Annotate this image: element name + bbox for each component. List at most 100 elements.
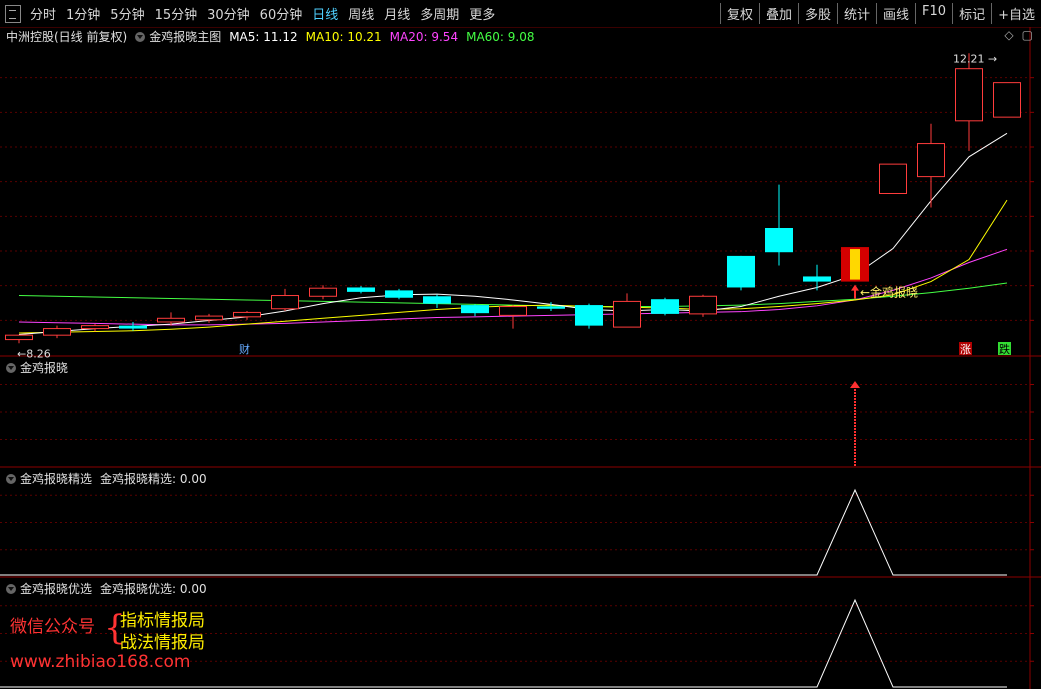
candle-21 <box>803 264 831 291</box>
period-toolbar: 分时 1分钟 5分钟 15分钟 30分钟 60分钟 日线 周线 月线 多周期 更多 复权 叠加 多股 统计… <box>0 0 1041 28</box>
candle-16 <box>613 293 641 328</box>
candle-13 <box>499 305 527 329</box>
wechat-label: 微信公众号 <box>10 617 95 637</box>
zhang-marker: 涨 <box>960 343 971 356</box>
diamond-icon[interactable]: ◇ <box>1004 28 1013 42</box>
candle-26 <box>993 82 1021 118</box>
panel1-title[interactable]: 金鸡报晓 <box>20 359 68 376</box>
jingxuan-line <box>0 488 1007 576</box>
candle-11 <box>423 294 451 309</box>
candle-9 <box>347 285 375 294</box>
candle-body-18 <box>689 295 717 315</box>
candle-body-25 <box>955 68 983 122</box>
panel-toggle-icon[interactable] <box>5 4 21 23</box>
candle-body-5 <box>195 315 223 321</box>
candle-body-8 <box>309 287 337 297</box>
stock-name: 中洲控股(日线 前复权) <box>6 30 128 44</box>
signal-label: ←金鸡报晓 <box>860 285 918 300</box>
toolbar-button-1[interactable]: 叠加 <box>758 3 798 24</box>
candle-body-9 <box>347 287 375 292</box>
candle-body-23 <box>879 163 907 194</box>
ma5-line <box>18 132 1008 335</box>
period-tab-5[interactable]: 60分钟 <box>255 4 308 23</box>
candle-body-12 <box>461 305 489 314</box>
candle-body-15 <box>575 305 603 326</box>
panel2-legend: 金鸡报晓精选 金鸡报晓精选: 0.00 <box>0 470 215 487</box>
period-tab-6[interactable]: 日线 <box>307 4 343 23</box>
candle-12 <box>461 304 489 317</box>
panel2-value: 金鸡报晓精选: 0.00 <box>100 472 207 486</box>
candle-19 <box>727 255 755 291</box>
candle-22 <box>841 247 869 282</box>
candle-0 <box>5 334 33 344</box>
period-tab-4[interactable]: 30分钟 <box>202 4 255 23</box>
candle-body-21 <box>803 276 831 282</box>
panel1-legend: 金鸡报晓 <box>0 359 76 376</box>
period-tab-2[interactable]: 5分钟 <box>105 4 149 23</box>
ma20-label: MA20: 9.54 <box>389 29 459 44</box>
toolbar-button-6[interactable]: 标记 <box>952 3 991 24</box>
panel3-dropdown-icon[interactable] <box>6 583 16 594</box>
candle-3 <box>119 321 147 331</box>
candle-body-20 <box>765 227 793 253</box>
candle-body-11 <box>423 296 451 304</box>
candle-8 <box>309 285 337 300</box>
candle-17 <box>651 297 679 316</box>
candle-body-10 <box>385 290 413 298</box>
period-tab-8[interactable]: 月线 <box>379 4 415 23</box>
indicator-name[interactable]: 金鸡报晓主图 <box>149 28 221 45</box>
corner-controls: ◇ ▢ <box>1004 28 1033 42</box>
candle-body-3 <box>119 325 147 329</box>
period-tab-3[interactable]: 15分钟 <box>150 4 203 23</box>
function-buttons: 复权 叠加 多股 统计 画线 F10 标记 +自选 <box>719 3 1041 24</box>
candle-7 <box>271 288 299 311</box>
candle-body-24 <box>917 143 945 178</box>
ma60-label: MA60: 9.08 <box>466 29 535 44</box>
candle-body-2 <box>81 325 109 330</box>
watermark-line2: 战法情报局 <box>120 633 205 653</box>
candle-18 <box>689 294 717 317</box>
candle-24 <box>917 123 945 208</box>
panel3-legend: 金鸡报晓优选 金鸡报晓优选: 0.00 <box>0 580 215 597</box>
ma5-label: MA5: 11.12 <box>229 29 298 44</box>
period-tabs: 分时 1分钟 5分钟 15分钟 30分钟 60分钟 日线 周线 月线 多周期 更多 <box>5 4 500 23</box>
candle-1 <box>43 325 71 339</box>
window-icon[interactable]: ▢ <box>1022 28 1033 42</box>
period-tab-10[interactable]: 更多 <box>464 4 500 23</box>
candle-body-0 <box>5 334 33 341</box>
toolbar-button-7[interactable]: +自选 <box>991 3 1041 24</box>
candle-25 <box>955 53 983 151</box>
candle-body-13 <box>499 306 527 316</box>
toolbar-button-5[interactable]: F10 <box>915 3 952 24</box>
toolbar-button-4[interactable]: 画线 <box>876 3 915 24</box>
panel3-value: 金鸡报晓优选: 0.00 <box>100 582 207 596</box>
die-marker: 跌 <box>999 342 1010 356</box>
high-price-label: 12.21 → <box>953 52 997 65</box>
candle-body-7 <box>271 295 299 310</box>
panel2-title[interactable]: 金鸡报晓精选 <box>20 470 92 487</box>
candle-15 <box>575 303 603 329</box>
signal-arrow-head <box>851 284 859 291</box>
ma60-line <box>18 282 1008 308</box>
period-tab-0[interactable]: 分时 <box>25 4 61 23</box>
candle-signal-stripe-22 <box>850 249 860 280</box>
indicator-dropdown-icon[interactable] <box>135 31 146 42</box>
period-tab-7[interactable]: 周线 <box>343 4 379 23</box>
period-tab-1[interactable]: 1分钟 <box>61 4 105 23</box>
period-tab-9[interactable]: 多周期 <box>415 4 464 23</box>
candle-body-19 <box>727 255 755 288</box>
candle-2 <box>81 324 109 332</box>
panel1-dropdown-icon[interactable] <box>6 362 16 373</box>
candle-body-26 <box>993 82 1021 118</box>
toolbar-button-2[interactable]: 多股 <box>798 3 837 24</box>
toolbar-button-3[interactable]: 统计 <box>837 3 876 24</box>
candle-20 <box>765 184 793 266</box>
toolbar-button-0[interactable]: 复权 <box>719 3 759 24</box>
candle-10 <box>385 288 413 300</box>
candle-body-4 <box>157 317 185 323</box>
watermark-url: www.zhibiao168.com <box>10 652 191 672</box>
panel3-title[interactable]: 金鸡报晓优选 <box>20 580 92 597</box>
fin-marker: 财 <box>239 342 250 356</box>
candle-body-16 <box>613 300 641 328</box>
panel2-dropdown-icon[interactable] <box>6 473 16 484</box>
